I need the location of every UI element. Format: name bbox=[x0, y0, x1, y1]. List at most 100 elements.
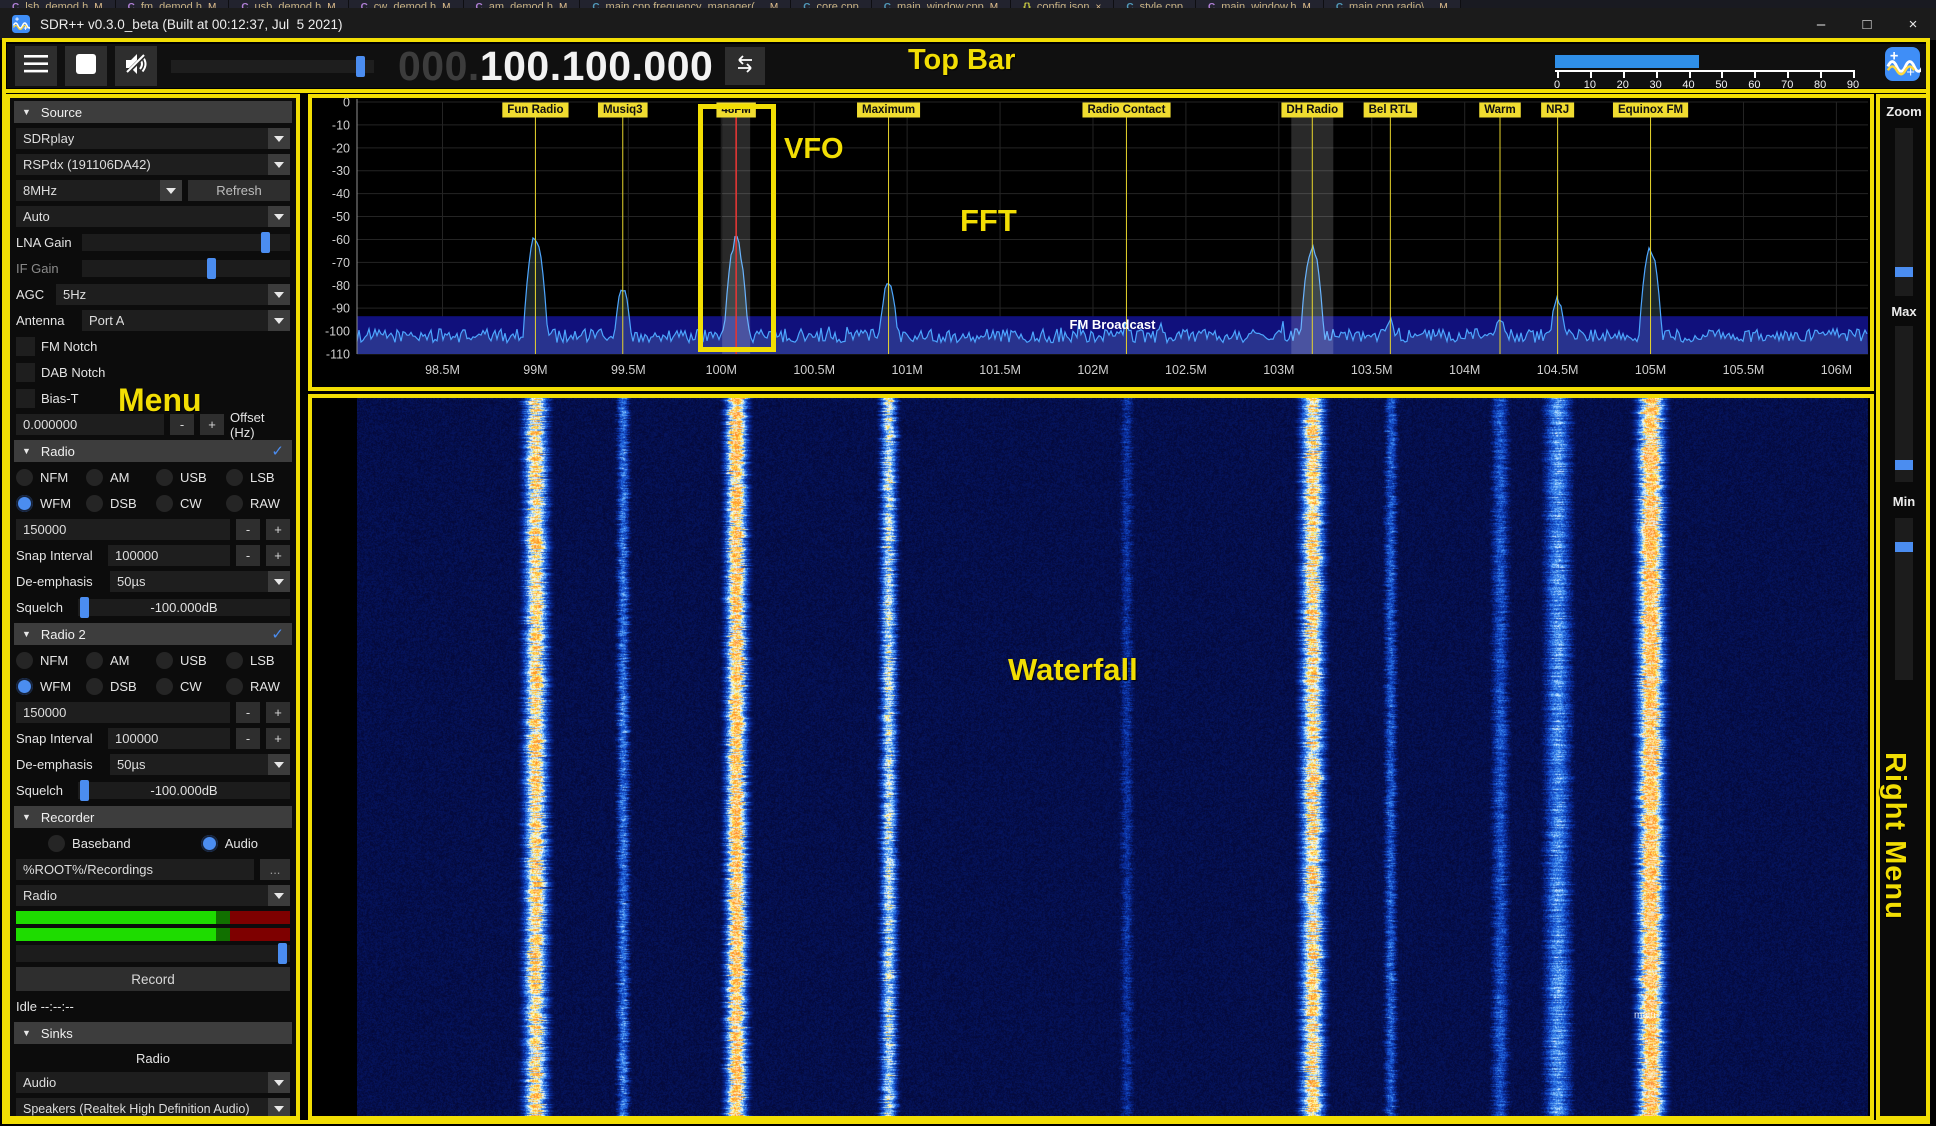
fft-display[interactable]: Fun RadioMusiq348FMMaximumRadio ContactD… bbox=[312, 98, 1870, 390]
mode-am[interactable]: AM bbox=[86, 469, 150, 486]
bandwidth-input[interactable]: 150000 bbox=[16, 702, 230, 723]
dab-notch-checkbox[interactable] bbox=[16, 363, 35, 382]
station-label[interactable]: NRJ bbox=[1546, 104, 1569, 116]
editor-tab[interactable]: Cmain.cpp frequency_manager(...M bbox=[580, 0, 791, 8]
browse-button[interactable]: ... bbox=[260, 859, 290, 880]
volume-slider[interactable] bbox=[171, 60, 374, 73]
menu-toggle-button[interactable] bbox=[15, 46, 57, 86]
lna-gain-slider[interactable] bbox=[82, 234, 290, 251]
volume-slider-handle[interactable] bbox=[356, 56, 365, 77]
radio-circle[interactable] bbox=[156, 495, 173, 512]
radio-circle[interactable] bbox=[156, 652, 173, 669]
recorder-volume-slider[interactable] bbox=[16, 945, 290, 962]
radio-circle[interactable] bbox=[226, 678, 243, 695]
enabled-check-icon[interactable]: ✓ bbox=[271, 625, 284, 643]
bias-t-checkbox[interactable] bbox=[16, 389, 35, 408]
mode-nfm[interactable]: NFM bbox=[16, 469, 80, 486]
bandwidth-plus-button[interactable]: + bbox=[266, 519, 290, 540]
snap-minus-button[interactable]: - bbox=[236, 545, 260, 566]
mode-dsb[interactable]: DSB bbox=[86, 495, 150, 512]
mode-am[interactable]: AM bbox=[86, 652, 150, 669]
editor-tab[interactable]: Ccw_demod.hM bbox=[349, 0, 464, 8]
radio-circle[interactable] bbox=[86, 469, 103, 486]
bandwidth-minus-button[interactable]: - bbox=[236, 702, 260, 723]
radio-circle[interactable] bbox=[156, 678, 173, 695]
station-label[interactable]: Maximum bbox=[862, 104, 915, 116]
antenna-dropdown[interactable]: Port A bbox=[82, 310, 290, 331]
agc-dropdown[interactable]: 5Hz bbox=[56, 284, 290, 305]
max-slider-handle[interactable] bbox=[1895, 460, 1913, 470]
deemphasis-dropdown[interactable]: 50µs bbox=[110, 754, 290, 775]
snap-interval-input[interactable]: 100000 bbox=[108, 545, 230, 566]
audio-device-dropdown[interactable]: Speakers (Realtek High Definition Audio) bbox=[16, 1098, 290, 1116]
mode-wfm[interactable]: WFM bbox=[16, 495, 80, 512]
waterfall-display[interactable]: main bbox=[312, 398, 1870, 1116]
radio-circle[interactable] bbox=[226, 652, 243, 669]
radio-circle[interactable] bbox=[156, 469, 173, 486]
waterfall-canvas[interactable] bbox=[357, 398, 1868, 1116]
minimize-button[interactable]: – bbox=[1798, 8, 1844, 40]
fft-plot[interactable]: Fun RadioMusiq348FMMaximumRadio ContactD… bbox=[312, 98, 1870, 390]
close-icon[interactable]: × bbox=[1096, 1, 1102, 8]
radio-circle[interactable] bbox=[16, 652, 33, 669]
max-slider[interactable] bbox=[1895, 326, 1913, 482]
station-label[interactable]: Bel RTL bbox=[1369, 104, 1412, 116]
radio-circle[interactable] bbox=[16, 469, 33, 486]
radio2-section-header[interactable]: ▼ Radio 2 ✓ bbox=[14, 623, 292, 645]
squelch-slider[interactable]: -100.000dB bbox=[78, 599, 290, 616]
recorder-stream-dropdown[interactable]: Radio bbox=[16, 885, 290, 906]
recording-path-input[interactable]: %ROOT%/Recordings bbox=[16, 859, 254, 880]
recorder-mode-baseband[interactable]: Baseband bbox=[48, 835, 131, 852]
stop-button[interactable] bbox=[65, 46, 107, 86]
radio-circle[interactable] bbox=[226, 495, 243, 512]
min-slider[interactable] bbox=[1895, 518, 1913, 680]
editor-tab[interactable]: Cusb_demod.hM bbox=[229, 0, 348, 8]
radio-circle[interactable] bbox=[48, 835, 65, 852]
editor-tab[interactable]: Cmain.cpp radio\...M bbox=[1324, 0, 1461, 8]
sink-type-dropdown[interactable]: Audio bbox=[16, 1072, 290, 1093]
fm-notch-checkbox[interactable] bbox=[16, 337, 35, 356]
station-label[interactable]: Radio Contact bbox=[1087, 104, 1165, 116]
editor-tab[interactable]: Cmain_window.hM bbox=[1196, 0, 1324, 8]
radio-section-header[interactable]: ▼ Radio ✓ bbox=[14, 440, 292, 462]
squelch-handle[interactable] bbox=[80, 780, 89, 801]
recorder-volume-handle[interactable] bbox=[278, 943, 287, 964]
radio-circle-selected[interactable] bbox=[201, 835, 218, 852]
station-label[interactable]: 48FM bbox=[721, 104, 750, 116]
mode-nfm[interactable]: NFM bbox=[16, 652, 80, 669]
editor-tab[interactable]: Ccore.cpp bbox=[791, 0, 871, 8]
bandwidth-input[interactable]: 150000 bbox=[16, 519, 230, 540]
maximize-button[interactable]: □ bbox=[1844, 8, 1890, 40]
tuning-mode-button[interactable] bbox=[725, 47, 765, 85]
refresh-button[interactable]: Refresh bbox=[188, 180, 290, 201]
deemphasis-dropdown[interactable]: 50µs bbox=[110, 571, 290, 592]
radio-circle[interactable] bbox=[86, 652, 103, 669]
mode-usb[interactable]: USB bbox=[156, 469, 220, 486]
close-button[interactable]: × bbox=[1890, 8, 1936, 40]
lna-gain-handle[interactable] bbox=[261, 232, 270, 253]
radio-circle-selected[interactable] bbox=[16, 678, 33, 695]
zoom-slider-handle[interactable] bbox=[1895, 267, 1913, 277]
squelch-handle[interactable] bbox=[80, 597, 89, 618]
enabled-check-icon[interactable]: ✓ bbox=[271, 442, 284, 460]
source-section-header[interactable]: ▼ Source bbox=[14, 101, 292, 123]
bandwidth-dropdown[interactable]: 8MHz bbox=[16, 180, 182, 201]
radio-circle[interactable] bbox=[86, 678, 103, 695]
editor-tab[interactable]: Cmain_window.cppM bbox=[872, 0, 1011, 8]
gain-mode-dropdown[interactable]: Auto bbox=[16, 206, 290, 227]
editor-tab[interactable]: Cfm_demod.hM bbox=[116, 0, 230, 8]
radio-circle-selected[interactable] bbox=[16, 495, 33, 512]
snap-minus-button[interactable]: - bbox=[236, 728, 260, 749]
mode-lsb[interactable]: LSB bbox=[226, 469, 290, 486]
station-label[interactable]: Fun Radio bbox=[507, 104, 563, 116]
offset-plus-button[interactable]: + bbox=[200, 414, 224, 435]
source-driver-dropdown[interactable]: SDRplay bbox=[16, 128, 290, 149]
editor-tab[interactable]: Cstyle.cpp bbox=[1114, 0, 1196, 8]
snap-interval-input[interactable]: 100000 bbox=[108, 728, 230, 749]
mode-dsb[interactable]: DSB bbox=[86, 678, 150, 695]
mode-wfm[interactable]: WFM bbox=[16, 678, 80, 695]
editor-tab[interactable]: {}config.json× bbox=[1011, 0, 1114, 8]
if-gain-slider[interactable] bbox=[82, 260, 290, 277]
station-label[interactable]: Warm bbox=[1484, 104, 1516, 116]
mode-cw[interactable]: CW bbox=[156, 678, 220, 695]
